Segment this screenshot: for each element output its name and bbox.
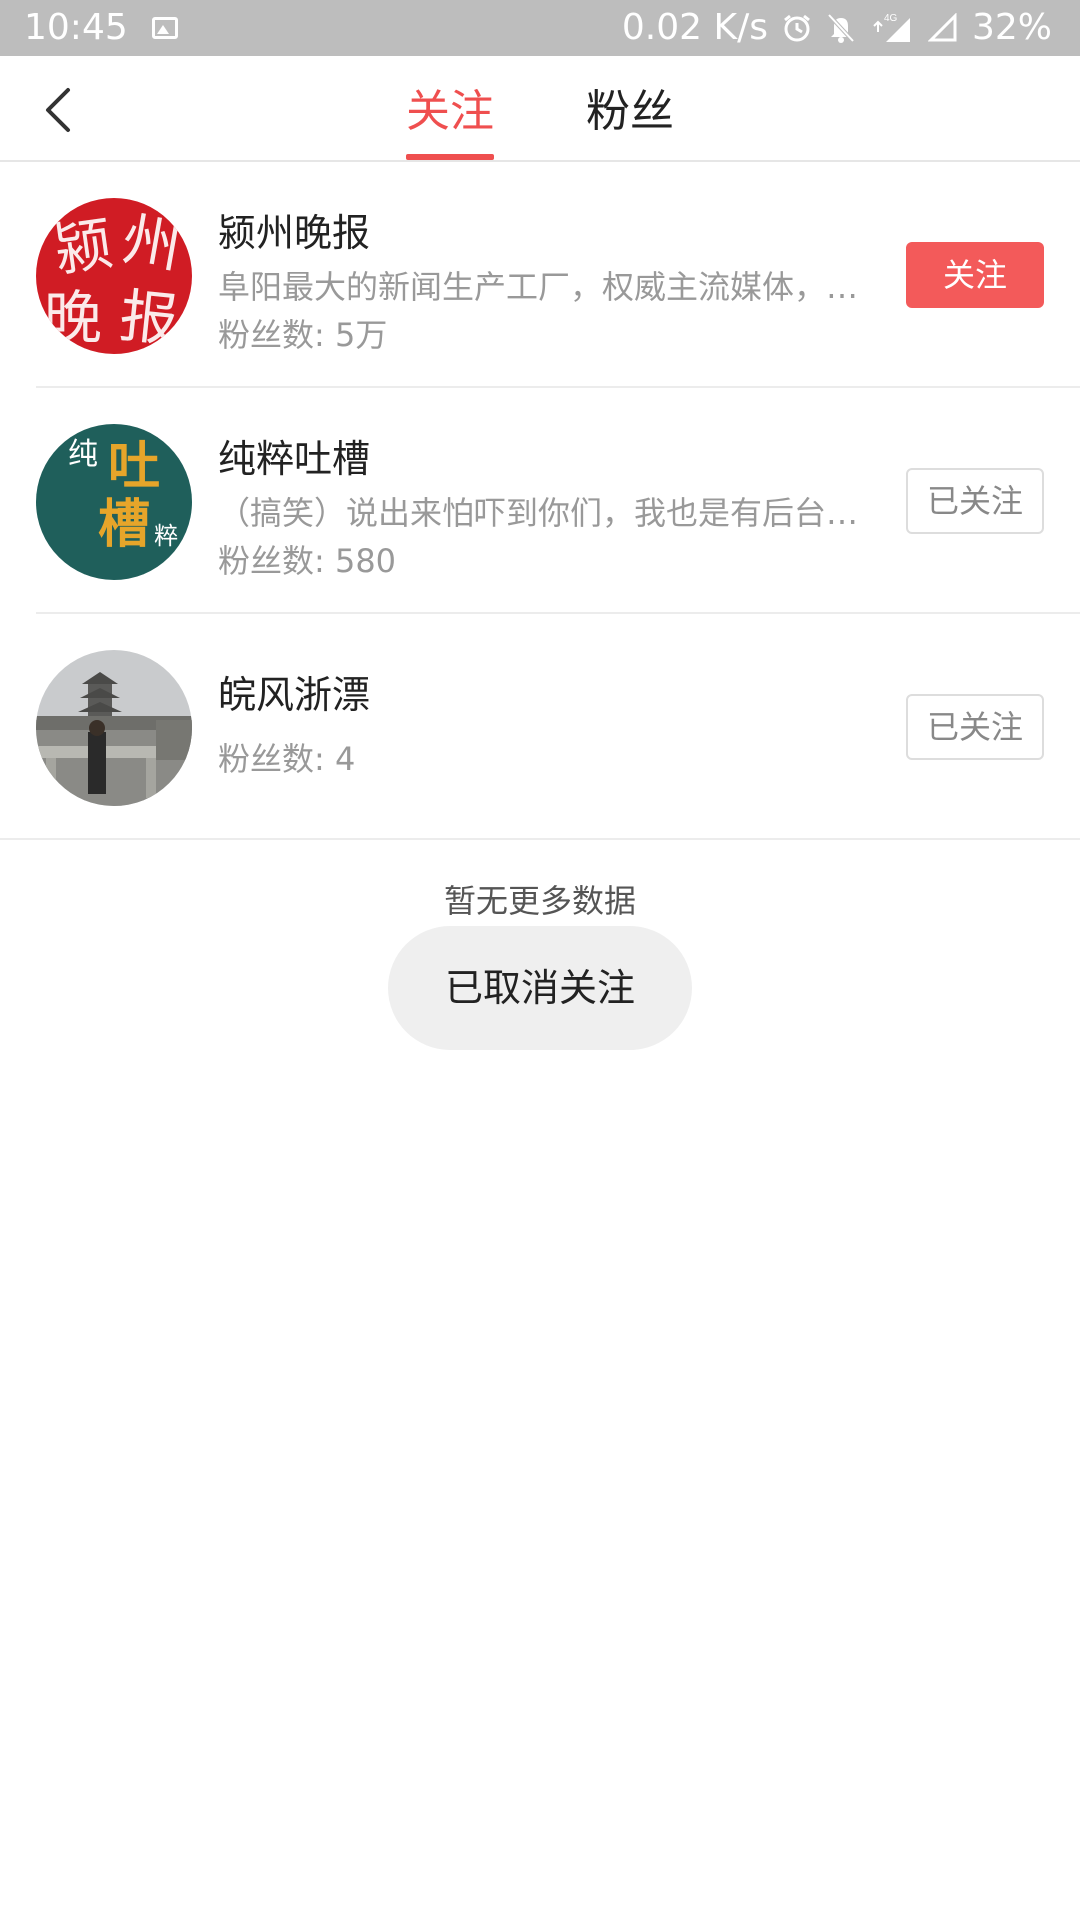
avatar-char: 粹	[154, 522, 178, 550]
avatar-char: 州	[118, 204, 187, 281]
account-name: 皖风浙漂	[218, 673, 371, 717]
fans-count: 粉丝数: 580	[218, 542, 397, 580]
following-list: 颍 州 晚 报 颍州晚报 阜阳最大的新闻生产工厂，权威主流媒体，… 粉丝数: 5…	[0, 162, 1080, 840]
tab-fans[interactable]: 粉丝	[586, 84, 674, 140]
avatar-char: 槽	[98, 495, 150, 555]
network-type-label: 4G	[884, 13, 898, 24]
status-bar: 10:45 0.02 K/s 4G 32%	[0, 0, 1080, 56]
followed-button[interactable]: 已关注	[906, 468, 1044, 534]
avatar-char: 报	[117, 281, 182, 354]
account-description: （搞笑）说出来怕吓到你们，我也是有后台…	[218, 494, 859, 532]
image-notification-icon	[151, 17, 178, 39]
avatar-char: 吐	[108, 437, 160, 497]
cellular-signal-icon: 4G	[873, 13, 910, 42]
follow-button[interactable]: 关注	[906, 242, 1044, 308]
account-name: 颍州晚报	[218, 211, 371, 255]
back-arrow-icon[interactable]	[36, 82, 86, 138]
network-speed: 0.02 K/s	[621, 7, 768, 48]
fans-count: 粉丝数: 5万	[218, 316, 388, 354]
account-description: 阜阳最大的新闻生产工厂，权威主流媒体，…	[218, 268, 859, 306]
toast-message: 已取消关注	[388, 926, 692, 1050]
avatar-char: 晚	[44, 284, 102, 352]
list-item[interactable]: 纯 吐 槽 粹 纯粹吐槽 （搞笑）说出来怕吓到你们，我也是有后台… 粉丝数: 5…	[0, 388, 1080, 614]
signal-empty-icon	[927, 13, 957, 42]
avatar: 颍 州 晚 报	[36, 198, 192, 354]
no-more-data-label: 暂无更多数据	[443, 882, 636, 920]
tab-follow[interactable]: 关注	[406, 84, 494, 140]
status-time: 10:45	[24, 7, 128, 48]
alarm-icon	[784, 14, 810, 42]
avatar-char: 颍	[50, 209, 117, 284]
divider	[0, 838, 1080, 840]
battery-level: 32%	[971, 7, 1052, 48]
fans-count: 粉丝数: 4	[218, 740, 356, 778]
avatar-char: 纯	[68, 437, 98, 472]
active-tab-indicator	[406, 154, 494, 160]
avatar: 纯 吐 槽 粹	[36, 424, 192, 580]
avatar	[36, 650, 192, 806]
notifications-off-icon	[827, 13, 855, 43]
header: 关注 粉丝	[0, 56, 1080, 162]
list-item[interactable]: 颍 州 晚 报 颍州晚报 阜阳最大的新闻生产工厂，权威主流媒体，… 粉丝数: 5…	[0, 162, 1080, 388]
followed-button[interactable]: 已关注	[906, 694, 1044, 760]
list-item[interactable]: 皖风浙漂 粉丝数: 4 已关注	[0, 614, 1080, 840]
account-name: 纯粹吐槽	[218, 437, 371, 481]
